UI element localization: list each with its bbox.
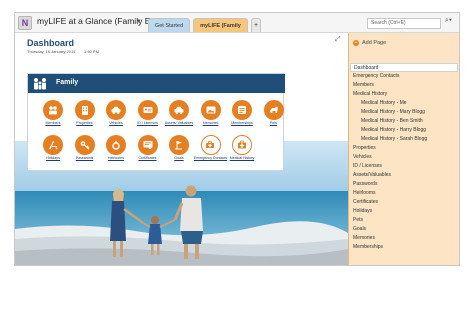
page-item[interactable]: Medical History - Harry Blogg	[349, 126, 459, 135]
panel-title: Family	[56, 79, 79, 86]
tile-pets[interactable]: Pets	[255, 100, 293, 138]
tab-family-edition[interactable]: myLIFE (Family Edition)	[193, 18, 248, 43]
add-page-button[interactable]: + Add Page	[353, 40, 386, 46]
goal-icon	[169, 135, 189, 155]
panel-header: Family	[28, 74, 285, 93]
tab-get-started[interactable]: Get Started	[148, 18, 190, 32]
car-icon	[106, 100, 126, 120]
id-card-icon	[137, 100, 158, 120]
page-item[interactable]: Properties	[349, 144, 459, 153]
page-item[interactable]: ID / Licenses	[349, 162, 459, 171]
family-icon	[34, 78, 46, 90]
page-title[interactable]: Dashboard	[27, 38, 74, 48]
page-item[interactable]: Memberships	[349, 243, 459, 252]
page-item[interactable]: Medical History - Me	[349, 99, 459, 108]
page-item[interactable]: Medical History - Ben Smith	[349, 117, 459, 126]
page-item[interactable]: Memories	[349, 234, 459, 243]
page-item[interactable]: Members	[349, 81, 459, 90]
plus-icon: +	[353, 40, 359, 46]
key-icon	[74, 135, 95, 155]
title-bar: N myLIFE at a Glance (Family E... ▾ Get …	[15, 13, 459, 43]
page-navigation-pane: + Add Page Dashboard Emergency Contacts Mem…	[348, 33, 459, 265]
chevron-down-icon[interactable]: ▾	[137, 17, 141, 25]
page-item[interactable]: Holidays	[349, 207, 459, 216]
members-icon	[43, 100, 63, 120]
notebook-icon[interactable]: N	[18, 16, 32, 30]
page-item[interactable]: Assets/Valuables	[349, 171, 459, 180]
search-icon[interactable]: ⌕▾	[445, 17, 452, 25]
page-canvas: Dashboard Thursday, 16 January 2014 1:50…	[15, 33, 348, 265]
page-item[interactable]: Medical History - Mary Blogg	[349, 108, 459, 117]
building-icon	[74, 100, 95, 120]
page-item[interactable]: Passwords	[349, 180, 459, 189]
page-item[interactable]: Emergency Contacts	[349, 72, 459, 81]
photo-icon	[200, 100, 221, 120]
dog-icon	[263, 100, 284, 120]
expand-icon[interactable]: ⤢	[335, 36, 341, 44]
page-item[interactable]: Certificates	[349, 198, 459, 207]
page-item[interactable]: Heirlooms	[349, 189, 459, 198]
emergency-icon	[200, 135, 221, 155]
add-section-tab[interactable]: +	[251, 18, 261, 32]
tile-medical-history[interactable]: Medical History	[223, 135, 261, 173]
tile-label: Medical History	[229, 156, 255, 160]
page-item[interactable]: Medical History - Sarah Blogg	[349, 135, 459, 144]
page-item[interactable]: Pets	[349, 216, 459, 225]
page-time: 1:50 PM	[84, 49, 99, 54]
page-item[interactable]: Medical History	[349, 90, 459, 99]
ring-icon	[106, 135, 126, 155]
page-date: Thursday, 16 January 2014	[27, 49, 76, 54]
search-input[interactable]: Search (Ctrl+E)	[367, 18, 441, 29]
tile-label: Pets	[269, 121, 278, 125]
beach-chair-icon	[43, 135, 63, 155]
car-icon	[169, 100, 189, 120]
add-page-label: Add Page	[362, 40, 387, 46]
page-list: Dashboard Emergency Contacts Members Medica…	[349, 63, 459, 252]
family-panel: Family Members Properties Vehicles ID / Lic…	[27, 73, 285, 173]
page-item[interactable]: Goals	[349, 225, 459, 234]
certificate-icon	[137, 135, 158, 155]
page-item[interactable]: Vehicles	[349, 153, 459, 162]
page-item[interactable]: Dashboard	[350, 63, 458, 72]
onenote-window: N myLIFE at a Glance (Family E... ▾ Get …	[14, 12, 460, 266]
membership-card-icon	[232, 100, 252, 120]
medical-icon	[232, 135, 252, 155]
